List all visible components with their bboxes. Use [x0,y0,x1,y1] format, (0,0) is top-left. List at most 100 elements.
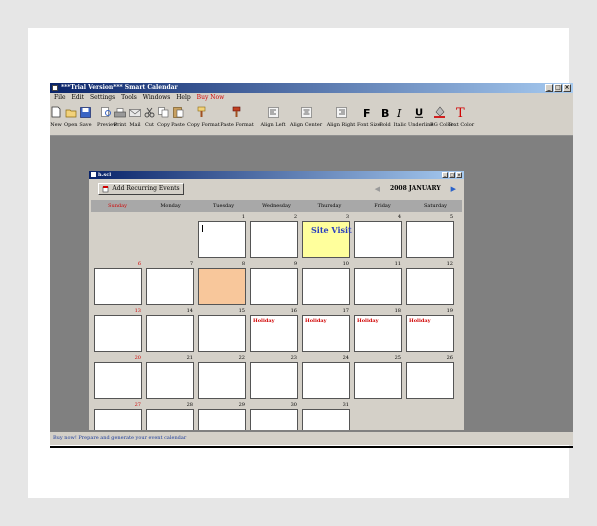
menu-edit[interactable]: Edit [71,94,84,101]
menu-help[interactable]: Help [176,94,191,101]
calendar-minimize-button[interactable]: _ [442,172,448,178]
day-entry-box[interactable] [198,409,246,430]
day-entry-box[interactable]: Holiday [354,315,402,352]
day-entry-box[interactable] [302,409,350,430]
toolbar-align-left-button[interactable]: Align Left [259,104,287,133]
calendar-day-cell[interactable]: 9 [248,261,299,306]
calendar-day-cell[interactable]: 20 [92,355,143,400]
day-entry-box[interactable] [250,409,298,430]
day-entry-box[interactable] [94,315,142,352]
maximize-button[interactable]: □ [554,84,562,92]
calendar-day-cell[interactable]: 12 [404,261,455,306]
calendar-day-cell[interactable]: 27 [92,402,143,430]
calendar-day-cell[interactable]: 19 Holiday [404,308,455,353]
prev-arrow-icon[interactable]: ◀ [375,184,380,194]
calendar-day-cell[interactable]: 26 [404,355,455,400]
menu-tools[interactable]: Tools [121,94,137,101]
day-entry-box[interactable] [354,362,402,399]
calendar-day-cell[interactable]: 14 [144,308,195,353]
calendar-maximize-button[interactable]: □ [449,172,455,178]
menu-buy-now[interactable]: Buy Now [197,94,225,101]
toolbar-align-right-button[interactable]: Align Right [325,104,357,133]
next-arrow-icon[interactable]: ▶ [451,184,456,194]
calendar-day-cell[interactable]: 5 [404,214,455,259]
day-entry-box[interactable] [302,268,350,305]
day-entry-box[interactable] [406,268,454,305]
menu-settings[interactable]: Settings [90,94,115,101]
toolbar-new-button[interactable]: New [50,104,62,133]
add-recurring-events-button[interactable]: Add Recurring Events [98,183,184,195]
day-entry-box[interactable] [146,315,194,352]
calendar-titlebar[interactable]: h.scl _ □ × [89,171,464,179]
day-entry-box[interactable] [198,268,246,305]
toolbar-print-button[interactable]: Print [113,104,127,133]
calendar-day-cell[interactable]: 25 [352,355,403,400]
toolbar-bold-button[interactable]: B Bold [378,104,392,133]
day-entry-box[interactable] [146,409,194,430]
calendar-close-button[interactable]: × [456,172,462,178]
calendar-day-cell[interactable]: 3 Site Visit [300,214,352,259]
day-entry-box[interactable] [94,268,142,305]
calendar-day-cell[interactable]: 16 Holiday [248,308,299,353]
day-entry-box[interactable] [250,362,298,399]
menu-windows[interactable]: Windows [143,94,171,101]
day-entry-box[interactable] [406,221,454,258]
calendar-day-cell[interactable]: 4 [352,214,403,259]
window-titlebar[interactable]: ***Trial Version*** Smart Calendar _ □ × [50,83,573,93]
day-entry-box[interactable]: Holiday [250,315,298,352]
calendar-day-cell[interactable]: 2 [248,214,299,259]
toolbar-cut-button[interactable]: Cut [143,104,156,133]
day-entry-box[interactable] [406,362,454,399]
day-entry-box[interactable] [198,315,246,352]
toolbar-mail-button[interactable]: Mail [128,104,142,133]
calendar-day-cell[interactable]: 22 [196,355,247,400]
calendar-day-cell[interactable]: 8 [196,261,247,306]
toolbar-copy-button[interactable]: Copy [157,104,170,133]
day-entry-box[interactable]: Site Visit [302,221,352,258]
minimize-button[interactable]: _ [545,84,553,92]
toolbar-text-color-button[interactable]: T Text Color [448,104,474,133]
calendar-day-cell[interactable]: 18 Holiday [352,308,403,353]
calendar-day-cell[interactable]: 23 [248,355,299,400]
add-recurring-events-label: Add Recurring Events [112,185,180,192]
day-entry-box[interactable] [250,268,298,305]
calendar-day-cell[interactable]: 15 [196,308,247,353]
toolbar-open-button[interactable]: Open [64,104,77,133]
day-entry-box[interactable] [250,221,298,258]
calendar-day-cell[interactable]: 11 [352,261,403,306]
day-entry-box[interactable] [94,362,142,399]
calendar-day-cell[interactable]: 10 [300,261,351,306]
day-entry-box[interactable] [198,362,246,399]
calendar-day-cell[interactable]: 6 [92,261,143,306]
calendar-day-cell[interactable]: 17 Holiday [300,308,351,353]
toolbar-underline-button[interactable]: U Underline [408,104,433,133]
toolbar-save-button[interactable]: Save [79,104,92,133]
calendar-day-cell[interactable]: 29 [196,402,247,430]
toolbar-copy-format-button[interactable]: Copy Format [187,104,220,133]
day-entry-box[interactable] [94,409,142,430]
day-entry-box[interactable] [354,221,402,258]
calendar-day-cell[interactable]: 24 [300,355,351,400]
day-entry-box[interactable] [146,268,194,305]
day-entry-box[interactable]: Holiday [406,315,454,352]
calendar-day-cell[interactable]: 28 [144,402,195,430]
calendar-day-cell[interactable]: 13 [92,308,143,353]
day-entry-box[interactable] [198,221,246,258]
toolbar-align-center-button[interactable]: Align Center [288,104,324,133]
toolbar-italic-button[interactable]: I Italic [393,104,407,133]
toolbar-paste-button[interactable]: Paste [171,104,185,133]
day-entry-box[interactable] [146,362,194,399]
toolbar-font-size-button[interactable]: F Font Size [357,104,381,133]
day-entry-box[interactable]: Holiday [302,315,350,352]
toolbar-paste-format-button[interactable]: Paste Format [216,104,258,133]
toolbar-bg-color-button[interactable]: BG Color [430,104,453,133]
calendar-day-cell[interactable]: 21 [144,355,195,400]
calendar-day-cell[interactable]: 7 [144,261,195,306]
calendar-day-cell[interactable]: 31 [300,402,351,430]
close-button[interactable]: × [563,84,571,92]
menu-file[interactable]: File [54,94,66,101]
calendar-day-cell[interactable]: 30 [248,402,299,430]
day-entry-box[interactable] [354,268,402,305]
calendar-day-cell[interactable]: 1 [196,214,247,259]
day-entry-box[interactable] [302,362,350,399]
